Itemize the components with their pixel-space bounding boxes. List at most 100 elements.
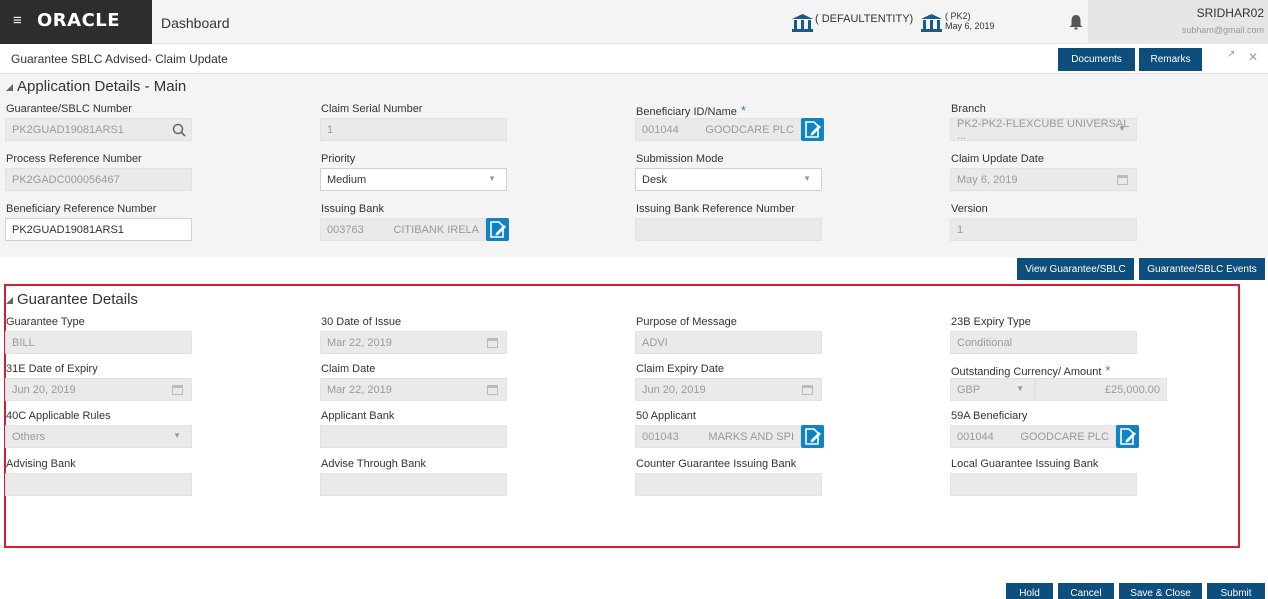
claim-serial-label: Claim Serial Number bbox=[321, 103, 423, 115]
calendar-icon[interactable] bbox=[487, 384, 498, 395]
date-of-issue-label: 30 Date of Issue bbox=[321, 316, 402, 328]
claim-serial-field[interactable]: 1 bbox=[320, 118, 507, 141]
calendar-icon[interactable] bbox=[1117, 174, 1128, 185]
beneficiary-59a-name: GOODCARE PLC bbox=[1020, 431, 1109, 443]
calendar-icon[interactable] bbox=[802, 384, 813, 395]
edit-document-icon[interactable] bbox=[801, 118, 824, 141]
beneficiary-59a-field[interactable]: 001044 GOODCARE PLC bbox=[950, 425, 1116, 448]
counter-guarantee-field[interactable] bbox=[635, 473, 822, 496]
chevron-down-icon: ▼ bbox=[173, 431, 181, 440]
view-guarantee-button[interactable]: View Guarantee/SBLC bbox=[1017, 258, 1134, 280]
hold-button[interactable]: Hold bbox=[1006, 583, 1053, 599]
beneficiary-field[interactable]: 001044 GOODCARE PLC bbox=[635, 118, 801, 141]
guarantee-details-header[interactable]: Guarantee Details bbox=[6, 291, 138, 308]
close-icon[interactable]: ✕ bbox=[1248, 50, 1258, 64]
beneficiary-id: 001044 bbox=[642, 123, 679, 136]
claim-expiry-label: Claim Expiry Date bbox=[636, 363, 725, 375]
branch-label: Branch bbox=[951, 103, 986, 115]
ben-ref-value: PK2GUAD19081ARS1 bbox=[12, 223, 124, 236]
submission-mode-select[interactable]: Desk ▼ bbox=[635, 168, 822, 191]
date-of-issue-value: Mar 22, 2019 bbox=[327, 336, 392, 349]
section-title: Application Details - Main bbox=[17, 78, 187, 95]
search-icon[interactable] bbox=[171, 122, 187, 138]
issuing-bank-field[interactable]: 003763 CITIBANK IRELA bbox=[320, 218, 486, 241]
bank-icon[interactable] bbox=[792, 14, 813, 32]
branch-select[interactable]: PK2-PK2-FLEXCUBE UNIVERSAL ... ▼ bbox=[950, 118, 1137, 142]
chevron-down-icon: ▼ bbox=[1016, 384, 1024, 393]
claim-expiry-field[interactable]: Jun 20, 2019 bbox=[635, 378, 822, 401]
entity-date: May 6, 2019 bbox=[945, 21, 995, 31]
calendar-icon[interactable] bbox=[172, 384, 183, 395]
guarantee-number-value: PK2GUAD19081ARS1 bbox=[12, 123, 124, 136]
claim-update-date-field[interactable]: May 6, 2019 bbox=[950, 168, 1137, 191]
chevron-down-icon: ▼ bbox=[803, 174, 811, 183]
expand-icon[interactable]: ↗ bbox=[1227, 49, 1235, 60]
ben-ref-field[interactable]: PK2GUAD19081ARS1 bbox=[5, 218, 192, 241]
date-of-issue-field[interactable]: Mar 22, 2019 bbox=[320, 331, 507, 354]
bell-icon[interactable] bbox=[1069, 15, 1083, 30]
purpose-label: Purpose of Message bbox=[636, 316, 737, 328]
date-of-expiry-value: Jun 20, 2019 bbox=[12, 383, 76, 396]
remarks-button[interactable]: Remarks bbox=[1139, 48, 1202, 71]
edit-document-icon[interactable] bbox=[801, 425, 824, 448]
advise-through-field[interactable] bbox=[320, 473, 507, 496]
guarantee-events-button[interactable]: Guarantee/SBLC Events bbox=[1139, 258, 1265, 280]
oracle-logo: ORACLE bbox=[37, 10, 121, 31]
process-ref-label: Process Reference Number bbox=[6, 153, 142, 165]
expiry-type-label: 23B Expiry Type bbox=[951, 316, 1031, 328]
user-menu[interactable]: SRIDHAR02 subham@gmail.com bbox=[1088, 0, 1268, 44]
entity-code[interactable]: ( PK2) bbox=[945, 11, 971, 21]
beneficiary-name: GOODCARE PLC bbox=[705, 124, 794, 136]
priority-value: Medium bbox=[327, 173, 367, 186]
hamburger-icon[interactable]: ≡ bbox=[13, 13, 22, 28]
claim-date-field[interactable]: Mar 22, 2019 bbox=[320, 378, 507, 401]
expiry-type-field[interactable]: Conditional bbox=[950, 331, 1137, 354]
issuing-bank-label: Issuing Bank bbox=[321, 203, 384, 215]
cancel-button[interactable]: Cancel bbox=[1058, 583, 1114, 599]
date-of-expiry-field[interactable]: Jun 20, 2019 bbox=[5, 378, 192, 401]
issuing-ref-label: Issuing Bank Reference Number bbox=[636, 203, 795, 215]
dashboard-title[interactable]: Dashboard bbox=[161, 15, 230, 31]
version-value: 1 bbox=[957, 223, 964, 236]
amount-field[interactable]: £25,000.00 bbox=[1035, 378, 1167, 401]
guarantee-type-field[interactable]: BILL bbox=[5, 331, 192, 354]
application-details-header[interactable]: Application Details - Main bbox=[6, 78, 186, 95]
guarantee-type-label: Guarantee Type bbox=[6, 316, 85, 328]
collapse-icon[interactable] bbox=[6, 83, 13, 91]
priority-label: Priority bbox=[321, 153, 356, 165]
applicable-rules-value: Others bbox=[12, 430, 46, 443]
beneficiary-label-text: Beneficiary ID/Name bbox=[636, 106, 737, 118]
user-name: SRIDHAR02 bbox=[1196, 6, 1264, 20]
page-title: Guarantee SBLC Advised- Claim Update bbox=[11, 52, 228, 66]
applicant-bank-field[interactable] bbox=[320, 425, 507, 448]
process-ref-field[interactable]: PK2GADC000056467 bbox=[5, 168, 192, 191]
chevron-down-icon: ▼ bbox=[488, 174, 496, 183]
calendar-icon[interactable] bbox=[487, 337, 498, 348]
applicant-field[interactable]: 001043 MARKS AND SPI bbox=[635, 425, 801, 448]
issuing-ref-field[interactable] bbox=[635, 218, 822, 241]
applicable-rules-label: 40C Applicable Rules bbox=[6, 410, 111, 422]
edit-document-icon[interactable] bbox=[1116, 425, 1139, 448]
collapse-icon[interactable] bbox=[6, 296, 13, 304]
version-field[interactable]: 1 bbox=[950, 218, 1137, 241]
bank-icon[interactable] bbox=[921, 14, 942, 32]
claim-update-date-value: May 6, 2019 bbox=[957, 173, 1018, 186]
user-email: subham@gmail.com bbox=[1181, 25, 1264, 35]
entity-default[interactable]: ( DEFAULTENTITY) bbox=[815, 13, 913, 25]
save-close-button[interactable]: Save & Close bbox=[1119, 583, 1202, 599]
purpose-field[interactable]: ADVI bbox=[635, 331, 822, 354]
applicable-rules-select[interactable]: Others ▼ bbox=[5, 425, 192, 448]
priority-select[interactable]: Medium ▼ bbox=[320, 168, 507, 191]
page-header: Guarantee SBLC Advised- Claim Update Doc… bbox=[0, 44, 1268, 74]
currency-select[interactable]: GBP ▼ bbox=[950, 378, 1035, 401]
guarantee-number-field[interactable]: PK2GUAD19081ARS1 bbox=[5, 118, 192, 141]
edit-document-icon[interactable] bbox=[486, 218, 509, 241]
submit-button[interactable]: Submit bbox=[1207, 583, 1265, 599]
process-ref-value: PK2GADC000056467 bbox=[12, 173, 120, 186]
guarantee-details-highlight bbox=[4, 284, 1240, 548]
documents-button[interactable]: Documents bbox=[1058, 48, 1135, 71]
applicant-bank-label: Applicant Bank bbox=[321, 410, 395, 422]
advising-bank-field[interactable] bbox=[5, 473, 192, 496]
local-guarantee-field[interactable] bbox=[950, 473, 1137, 496]
advising-bank-label: Advising Bank bbox=[6, 458, 76, 470]
